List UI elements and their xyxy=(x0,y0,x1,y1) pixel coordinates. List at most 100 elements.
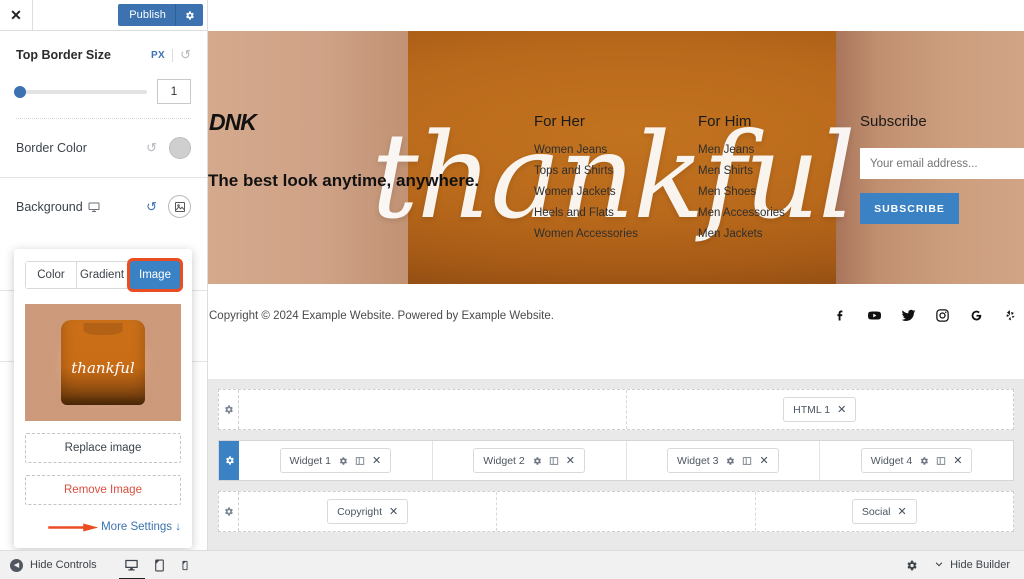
slider-knob[interactable] xyxy=(14,85,26,98)
row-settings-gear-icon[interactable] xyxy=(219,441,239,480)
footer-builder: HTML 1 ✕ Widget 1 ✕ Widget 2 ✕ Widget 3 … xyxy=(208,379,1024,550)
builder-column[interactable] xyxy=(239,390,627,429)
twitter-icon[interactable] xyxy=(901,308,916,323)
footer-link[interactable]: Women Accessories xyxy=(534,228,638,240)
desktop-icon[interactable] xyxy=(124,558,139,573)
footer-link[interactable]: Men Accessories xyxy=(698,207,785,219)
chip-label: HTML 1 xyxy=(793,403,831,416)
column-icon[interactable] xyxy=(742,456,752,466)
reset-icon[interactable]: ↺ xyxy=(146,140,157,156)
publish-button[interactable]: Publish xyxy=(118,4,175,26)
builder-column[interactable] xyxy=(497,492,756,531)
close-icon[interactable]: ✕ xyxy=(837,403,846,416)
tab-gradient[interactable]: Gradient xyxy=(76,262,127,288)
gear-icon[interactable] xyxy=(919,456,929,466)
gear-icon[interactable] xyxy=(725,456,735,466)
tab-color[interactable]: Color xyxy=(26,262,76,288)
youtube-icon[interactable] xyxy=(867,308,882,323)
builder-column[interactable]: Widget 3 ✕ xyxy=(627,441,821,480)
customizer-screen: thankful DNK The best look anytime, anyw… xyxy=(0,0,1024,579)
instagram-icon[interactable] xyxy=(935,308,950,323)
builder-chip-widget-2[interactable]: Widget 2 ✕ xyxy=(473,448,585,473)
builder-columns: Copyright ✕ Social ✕ xyxy=(239,492,1013,531)
hero-left-wash xyxy=(208,31,408,284)
builder-row[interactable]: Widget 1 ✕ Widget 2 ✕ Widget 3 ✕ Widget … xyxy=(218,440,1014,481)
publish-group: Publish xyxy=(118,4,203,26)
footer-link[interactable]: Women Jeans xyxy=(534,144,638,156)
row-settings-gear-icon[interactable] xyxy=(219,492,239,531)
close-icon[interactable]: ✕ xyxy=(0,0,33,31)
tab-image[interactable]: Image xyxy=(127,258,183,292)
border-size-slider[interactable] xyxy=(14,85,147,98)
hide-builder-label: Hide Builder xyxy=(950,559,1010,571)
builder-chip-html-1[interactable]: HTML 1 ✕ xyxy=(783,397,857,422)
chevron-left-icon: ◀ xyxy=(10,558,23,572)
publish-settings-gear-icon[interactable] xyxy=(175,4,203,26)
hide-builder-button[interactable]: Hide Builder xyxy=(934,559,1010,572)
chip-label: Copyright xyxy=(337,505,383,518)
reset-icon[interactable]: ↺ xyxy=(180,47,191,63)
tablet-icon[interactable] xyxy=(153,558,166,573)
footer-link[interactable]: Men Shirts xyxy=(698,165,785,177)
close-icon[interactable]: ✕ xyxy=(759,454,768,467)
mobile-icon[interactable] xyxy=(180,558,190,573)
image-icon[interactable] xyxy=(168,195,191,218)
yelp-icon[interactable] xyxy=(1003,308,1018,323)
close-icon[interactable]: ✕ xyxy=(566,454,575,467)
builder-column[interactable]: Widget 1 ✕ xyxy=(239,441,433,480)
google-icon[interactable] xyxy=(969,308,984,323)
copyright-bar: Copyright © 2024 Example Website. Powere… xyxy=(208,284,1024,347)
footer-column-for-him: For Him Men Jeans Men Shirts Men Shoes M… xyxy=(698,113,785,249)
footer-link[interactable]: Men Shoes xyxy=(698,186,785,198)
background-image-thumbnail[interactable]: thankful xyxy=(25,304,181,421)
color-swatch[interactable] xyxy=(169,137,191,159)
replace-image-button[interactable]: Replace image xyxy=(25,433,181,463)
row-settings-gear-icon[interactable] xyxy=(219,390,239,429)
gear-icon[interactable] xyxy=(532,456,542,466)
column-icon[interactable] xyxy=(936,456,946,466)
subscribe-button[interactable]: SUBSCRIBE xyxy=(860,193,959,224)
email-input[interactable] xyxy=(860,148,1024,179)
builder-column[interactable]: Copyright ✕ xyxy=(239,492,498,531)
builder-row[interactable]: HTML 1 ✕ xyxy=(218,389,1014,430)
close-icon[interactable]: ✕ xyxy=(389,505,398,518)
unit-toggle-px[interactable]: PX xyxy=(151,50,165,61)
builder-column[interactable]: Widget 4 ✕ xyxy=(820,441,1013,480)
facebook-icon[interactable] xyxy=(833,308,848,323)
builder-bottom-bar: Hide Builder xyxy=(208,550,1024,579)
close-icon[interactable]: ✕ xyxy=(953,454,962,467)
footer-link[interactable]: Women Jackets xyxy=(534,186,638,198)
more-settings-row: More Settings ↓ xyxy=(25,519,181,535)
footer-link[interactable]: Men Jeans xyxy=(698,144,785,156)
builder-row[interactable]: Copyright ✕ Social ✕ xyxy=(218,491,1014,532)
border-size-input[interactable]: 1 xyxy=(157,79,191,104)
builder-chip-copyright[interactable]: Copyright ✕ xyxy=(327,499,409,524)
footer-link[interactable]: Tops and Shirts xyxy=(534,165,638,177)
footer-link[interactable]: Men Jackets xyxy=(698,228,785,240)
reset-icon[interactable]: ↺ xyxy=(146,199,157,215)
gear-icon[interactable] xyxy=(338,456,348,466)
footer-hero-section: thankful DNK The best look anytime, anyw… xyxy=(208,31,1024,284)
site-logo: DNK xyxy=(209,109,257,135)
builder-chip-widget-4[interactable]: Widget 4 ✕ xyxy=(860,448,973,473)
close-icon[interactable]: ✕ xyxy=(898,505,907,518)
builder-chip-widget-3[interactable]: Widget 3 ✕ xyxy=(667,448,779,473)
builder-column[interactable]: Widget 2 ✕ xyxy=(433,441,627,480)
chip-label: Widget 4 xyxy=(870,454,913,467)
footer-link[interactable]: Heels and Flats xyxy=(534,207,638,219)
subscribe-block: Subscribe SUBSCRIBE xyxy=(860,113,1024,224)
column-icon[interactable] xyxy=(549,456,559,466)
close-icon[interactable]: ✕ xyxy=(372,454,381,467)
column-icon[interactable] xyxy=(355,456,365,466)
builder-settings-gear-icon[interactable] xyxy=(905,559,918,572)
control-header: Border Color ↺ xyxy=(16,137,191,159)
builder-column[interactable]: Social ✕ xyxy=(756,492,1013,531)
column-links: Men Jeans Men Shirts Men Shoes Men Acces… xyxy=(698,144,785,240)
control-background: Background ↺ xyxy=(0,178,207,232)
builder-chip-widget-1[interactable]: Widget 1 ✕ xyxy=(279,448,392,473)
remove-image-button[interactable]: Remove Image xyxy=(25,475,181,505)
chip-label: Social xyxy=(861,505,891,518)
builder-column[interactable]: HTML 1 ✕ xyxy=(627,390,1014,429)
builder-chip-social[interactable]: Social ✕ xyxy=(851,499,917,524)
hide-controls-button[interactable]: ◀ Hide Controls xyxy=(10,558,97,572)
